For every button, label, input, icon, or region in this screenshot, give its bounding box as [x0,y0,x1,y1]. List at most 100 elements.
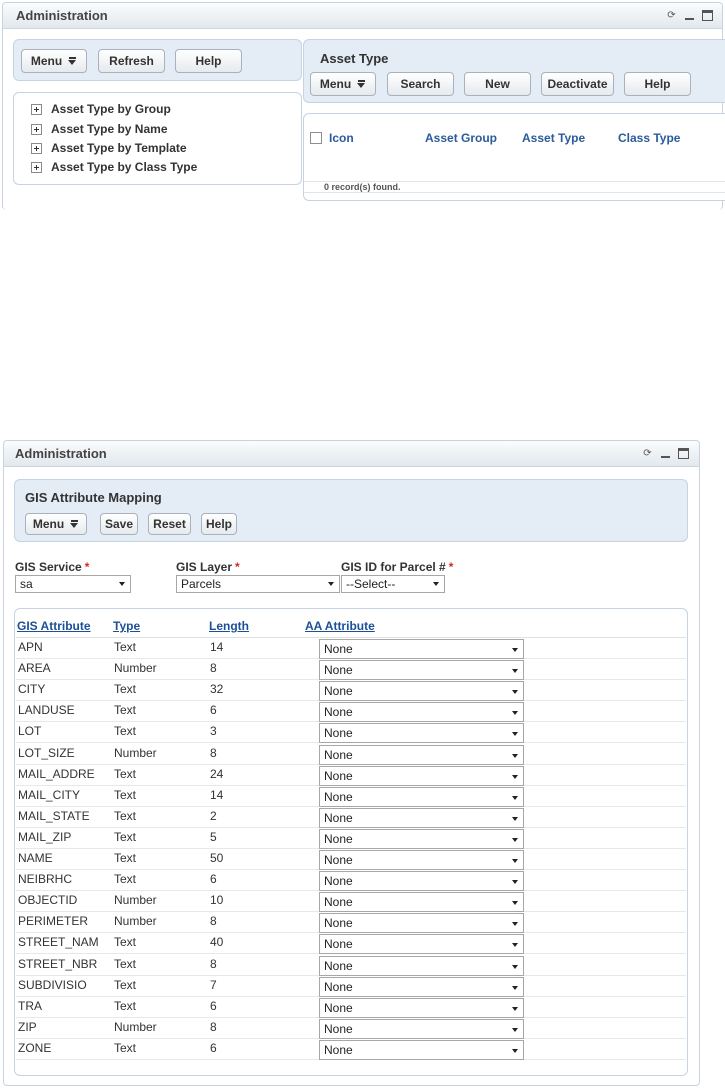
help-button[interactable]: Help [624,72,691,96]
window-titlebar: Administration ⟳ [3,3,722,29]
aa-attribute-select[interactable]: None [319,828,524,849]
aa-attribute-select[interactable]: None [319,702,524,723]
chevron-down-icon [512,816,518,821]
aa-attribute-select[interactable]: None [319,723,524,744]
gis-service-select[interactable]: sa [15,575,131,593]
chevron-down-icon [512,774,518,779]
tree-item-group[interactable]: Asset Type by Group [31,102,171,116]
column-header-asset-group[interactable]: Asset Group [425,131,497,145]
deactivate-button[interactable]: Deactivate [541,72,614,96]
length-cell: 5 [210,829,217,844]
table-row: TRA Text 6 None [16,997,686,1018]
tree-item-name[interactable]: Asset Type by Name [31,122,168,136]
type-cell: Text [114,787,137,802]
refresh-icon[interactable]: ⟳ [641,447,654,460]
column-header-class-type[interactable]: Class Type [618,131,680,145]
type-cell: Text [114,977,137,992]
type-cell: Text [114,851,137,865]
record-count: 0 record(s) found. [324,182,401,192]
tree-item-template[interactable]: Asset Type by Template [31,141,187,155]
panel-heading: GIS Attribute Mapping [25,490,162,505]
administration-window-bottom: Administration ⟳ GIS Attribute Mapping M… [3,440,700,1086]
chevron-down-icon [512,690,518,695]
chevron-down-icon [512,922,518,927]
expand-icon[interactable] [31,123,42,135]
reset-button[interactable]: Reset [148,513,191,535]
table-row: SUBDIVISIO Text 7 None [16,976,686,997]
aa-attribute-select[interactable]: None [319,807,524,828]
refresh-button[interactable]: Refresh [98,49,165,73]
gis-attribute-cell: APN [18,640,43,654]
aa-attribute-select[interactable]: None [319,850,524,870]
column-header-length[interactable]: Length [209,619,249,633]
maximize-icon[interactable] [701,9,714,22]
gis-layer-select[interactable]: Parcels [176,575,340,593]
aa-attribute-value: None [324,663,353,678]
maximize-icon[interactable] [677,447,690,460]
attribute-mapping-table: GIS Attribute Type Length AA Attribute A… [14,608,688,1076]
column-header-type[interactable]: Type [113,619,140,633]
aa-attribute-value: None [324,916,353,931]
help-button[interactable]: Help [175,49,242,73]
aa-attribute-select[interactable]: None [319,976,524,997]
tree-item-class-type[interactable]: Asset Type by Class Type [31,160,197,174]
aa-attribute-select[interactable]: None [319,744,524,765]
required-marker: * [448,560,454,574]
column-header-icon[interactable]: Icon [329,131,354,145]
gis-attribute-cell: TRA [18,998,42,1013]
column-header-asset-type[interactable]: Asset Type [522,131,585,145]
menu-button[interactable]: Menu [310,72,376,96]
type-cell: Text [114,766,137,781]
search-button[interactable]: Search [387,72,454,96]
menu-button[interactable]: Menu [25,513,87,535]
gis-attribute-cell: MAIL_ZIP [18,829,72,844]
aa-attribute-select[interactable]: None [319,934,524,955]
aa-attribute-select[interactable]: None [319,786,524,807]
length-cell: 6 [210,703,217,718]
save-button[interactable]: Save [100,513,138,535]
aa-attribute-select[interactable]: None [319,1039,524,1060]
chevron-down-icon [512,1006,518,1011]
divider [304,192,725,193]
aa-attribute-select[interactable]: None [319,997,524,1018]
expand-icon[interactable] [31,161,42,173]
aa-attribute-select[interactable]: None [319,765,524,786]
type-cell: Text [114,682,137,697]
select-all-checkbox[interactable] [310,132,322,144]
aa-attribute-select[interactable]: None [319,1018,524,1039]
column-header-aa-attribute[interactable]: AA Attribute [305,619,375,633]
expand-icon[interactable] [31,142,42,154]
menu-button-label: Menu [319,77,352,91]
help-button[interactable]: Help [201,513,237,535]
chevron-down-icon [512,1048,518,1053]
expand-icon[interactable] [31,103,42,115]
gis-attribute-cell: MAIL_STATE [18,808,90,823]
gis-id-select[interactable]: --Select-- [341,575,445,593]
table-row: ZIP Number 8 None [16,1018,686,1039]
aa-attribute-select[interactable]: None [319,955,524,976]
minimize-icon[interactable] [683,9,696,22]
type-cell: Text [114,956,137,971]
length-cell: 8 [210,914,217,929]
new-button[interactable]: New [464,72,531,96]
menu-button[interactable]: Menu [21,49,87,73]
minimize-icon[interactable] [659,447,672,460]
chevron-down-icon [512,753,518,758]
aa-attribute-select[interactable]: None [319,913,524,934]
type-cell: Text [114,703,137,718]
chevron-down-icon [512,1027,518,1032]
chevron-down-icon [119,582,125,586]
length-cell: 50 [210,851,224,865]
aa-attribute-value: None [324,1000,353,1015]
tree-item-label: Asset Type by Template [51,141,187,155]
aa-attribute-select[interactable]: None [319,660,524,681]
aa-attribute-select[interactable]: None [319,871,524,892]
aa-attribute-select[interactable]: None [319,639,524,659]
length-cell: 10 [210,893,224,908]
column-header-gis-attribute[interactable]: GIS Attribute [17,619,91,633]
aa-attribute-select[interactable]: None [319,681,524,702]
window-title: Administration [15,446,107,461]
aa-attribute-select[interactable]: None [319,892,524,913]
chevron-down-icon [512,711,518,716]
refresh-icon[interactable]: ⟳ [665,9,678,22]
